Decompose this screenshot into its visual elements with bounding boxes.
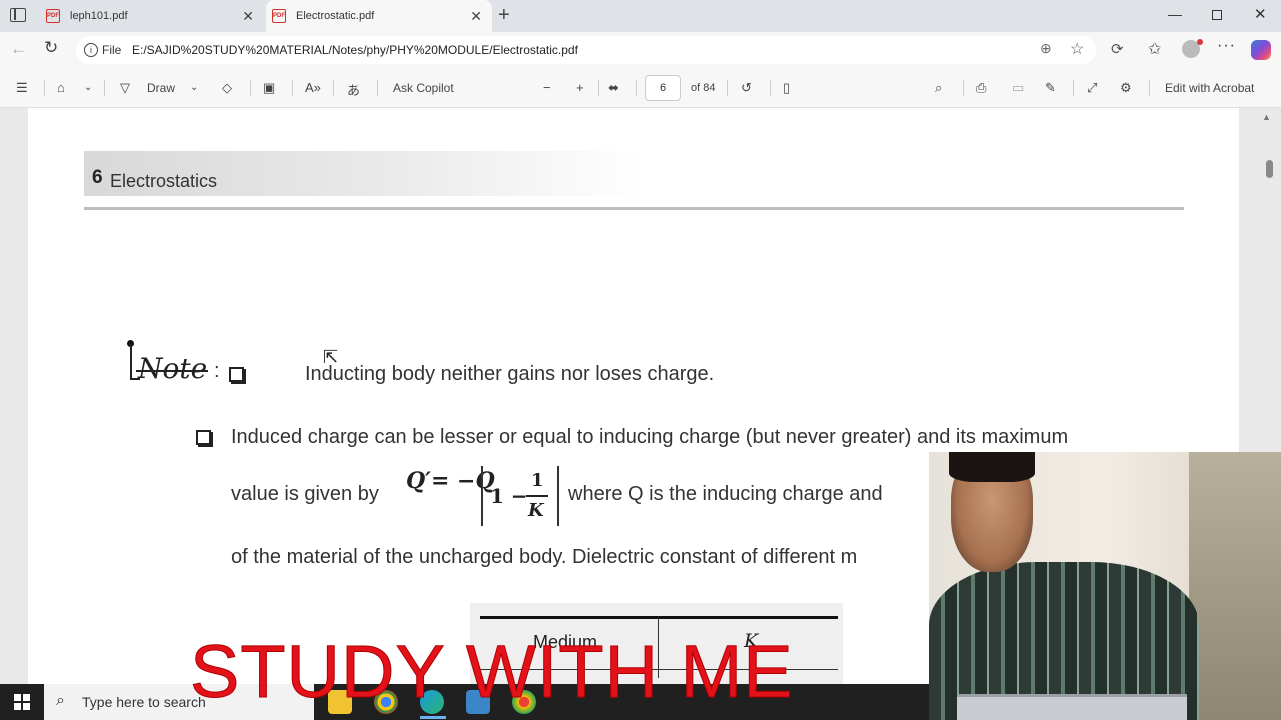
table-top-rule — [480, 616, 838, 619]
zoom-out-icon[interactable]: − — [543, 80, 551, 95]
tab-leph101[interactable]: PDF leph101.pdf ✕ — [46, 0, 264, 32]
reload-icon[interactable]: ↻ — [44, 38, 58, 58]
notification-dot — [1197, 39, 1203, 45]
extensions-icon[interactable]: ⟳ — [1111, 40, 1124, 58]
divider — [1073, 80, 1074, 96]
note-line-1: Inducting body neither gains nor loses c… — [305, 363, 715, 385]
formula-numerator: 1 — [531, 470, 544, 491]
divider — [44, 80, 45, 96]
search-icon[interactable]: ⌕ — [935, 80, 942, 96]
scrollbar-thumb[interactable] — [1266, 160, 1273, 178]
zoom-in-icon[interactable]: + — [576, 80, 584, 95]
eraser-icon[interactable]: ◇ — [222, 80, 232, 96]
divider — [250, 80, 251, 96]
settings-gear-icon[interactable]: ⚙ — [1120, 80, 1132, 96]
windows-start-icon[interactable] — [14, 694, 30, 710]
taskbar-search-placeholder[interactable]: Type here to search — [82, 694, 206, 710]
info-icon[interactable]: i — [84, 43, 98, 57]
save-icon[interactable]: ▭ — [1012, 80, 1024, 96]
divider — [770, 80, 771, 96]
minimize-icon[interactable]: — — [1168, 6, 1182, 22]
page-total: of 84 — [691, 82, 716, 94]
note-line-2: Induced charge can be lesser or equal to… — [231, 426, 1069, 448]
divider — [292, 80, 293, 96]
copilot-icon[interactable] — [1251, 40, 1271, 60]
header-divider — [84, 207, 1184, 210]
close-tab-icon[interactable]: ✕ — [470, 8, 482, 25]
divider — [1149, 80, 1150, 96]
webcam-laptop — [957, 694, 1187, 720]
note-line-3-suffix: where Q is the inducing charge and — [568, 483, 883, 505]
fit-page-icon[interactable]: ⬌ — [608, 80, 619, 96]
note-strike-annotation — [136, 370, 208, 372]
tab-electrostatic[interactable]: PDF Electrostatic.pdf ✕ — [266, 0, 492, 32]
scheme-label: File — [102, 43, 122, 57]
divider — [963, 80, 964, 96]
webcam-person-hair — [949, 452, 1035, 482]
video-overlay-title: STUDY WITH ME — [190, 630, 794, 713]
pdf-file-icon: PDF — [46, 9, 60, 23]
rotate-icon[interactable]: ↺ — [741, 80, 752, 96]
favorite-star-icon[interactable]: ☆ — [1070, 39, 1084, 59]
edit-with-acrobat-button[interactable]: Edit with Acrobat — [1165, 81, 1254, 95]
print-icon[interactable]: ⎙ — [976, 80, 986, 96]
highlight-icon[interactable]: ⌂ — [57, 80, 65, 95]
bullet-box-icon — [229, 367, 244, 382]
webcam-shelf — [1189, 452, 1281, 720]
formula-denominator: K — [528, 500, 544, 521]
draw-button[interactable]: Draw — [147, 81, 175, 95]
fraction-bar — [526, 495, 548, 497]
translate-icon[interactable]: あ — [347, 80, 360, 99]
contents-icon[interactable]: ☰ — [16, 80, 28, 96]
chevron-down-icon[interactable]: ⌄ — [190, 82, 198, 93]
note-line-4: of the material of the uncharged body. D… — [231, 546, 858, 568]
tab-strip: PDF leph101.pdf ✕ PDF Electrostatic.pdf … — [0, 0, 1281, 32]
pdf-toolbar: ☰ ⌂ ⌄ ▽ Draw ⌄ ◇ ▣ A» あ Ask Copilot − + … — [0, 68, 1281, 108]
url-text[interactable]: E:/SAJID%20STUDY%20MATERIAL/Notes/phy/PH… — [132, 43, 578, 57]
maximize-icon[interactable] — [1212, 10, 1222, 20]
tab-label: Electrostatic.pdf — [296, 10, 375, 22]
note-colon: : — [214, 360, 220, 382]
favorites-icon[interactable]: ✩ — [1148, 39, 1161, 59]
text-box-icon[interactable]: ▣ — [263, 80, 275, 96]
chapter-number: 6 — [92, 167, 103, 188]
divider — [333, 80, 334, 96]
chevron-down-icon[interactable]: ⌄ — [84, 82, 92, 93]
note-line-3-prefix: value is given by — [231, 483, 379, 505]
divider — [377, 80, 378, 96]
chapter-title: Electrostatics — [110, 171, 218, 191]
divider — [104, 80, 105, 96]
back-icon[interactable]: ← — [10, 39, 27, 59]
new-tab-icon[interactable]: + — [498, 4, 510, 27]
tab-actions-icon[interactable] — [10, 8, 26, 22]
close-tab-icon[interactable]: ✕ — [242, 8, 254, 25]
ask-copilot-button[interactable]: Ask Copilot — [393, 81, 454, 95]
active-app-indicator — [420, 716, 446, 719]
divider — [598, 80, 599, 96]
read-aloud-icon[interactable]: A» — [305, 80, 321, 95]
zoom-icon[interactable]: ⊕ — [1040, 40, 1052, 57]
address-bar: ← ↻ i File E:/SAJID%20STUDY%20MATERIAL/N… — [0, 32, 1281, 68]
save-as-icon[interactable]: ✎ — [1045, 80, 1056, 96]
divider — [636, 80, 637, 96]
fullscreen-icon[interactable]: ⤢ — [1087, 80, 1097, 96]
page-view-icon[interactable]: ▯ — [783, 80, 790, 96]
close-window-icon[interactable]: ✕ — [1254, 5, 1267, 23]
search-icon: ⌕ — [56, 692, 65, 709]
draw-icon[interactable]: ▽ — [120, 80, 130, 96]
scroll-up-arrow-icon[interactable]: ▲ — [1262, 112, 1271, 122]
more-menu-icon[interactable]: ··· — [1217, 37, 1236, 55]
webcam-overlay — [929, 452, 1281, 720]
pdf-file-icon: PDF — [272, 9, 286, 23]
formula-one-minus: 1 − — [490, 484, 528, 508]
bullet-box-icon — [196, 430, 211, 445]
note-label: Note — [138, 352, 208, 385]
tab-label: leph101.pdf — [70, 10, 128, 22]
page-number-input[interactable]: 6 — [645, 75, 681, 101]
divider — [727, 80, 728, 96]
